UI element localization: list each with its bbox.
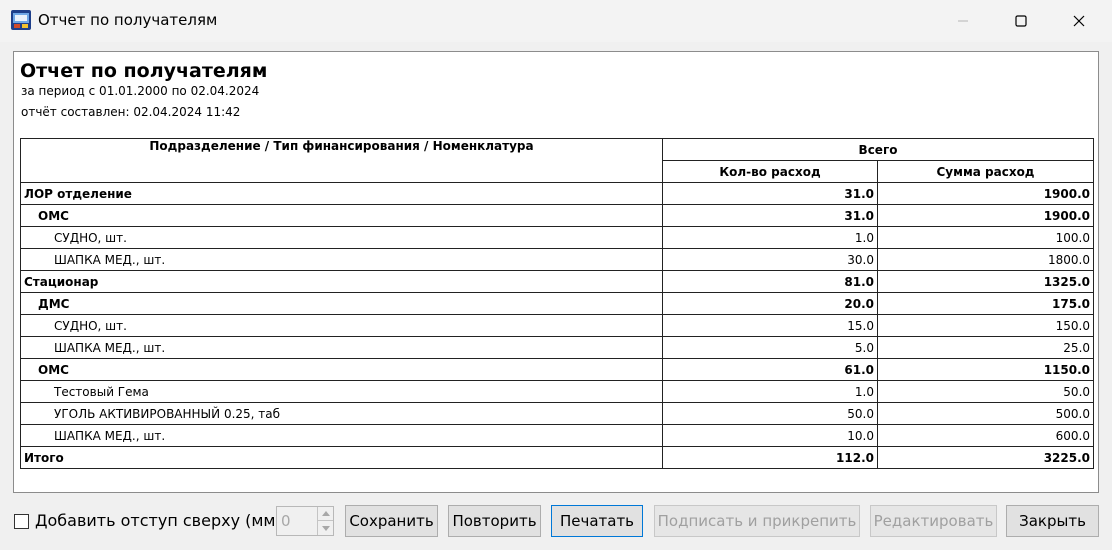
- row-sum: 175.0: [876, 292, 1095, 315]
- row-sum: 150.0: [876, 314, 1095, 337]
- table-row: УГОЛЬ АКТИВИРОВАННЫЙ 0.25, таб 50.0 500.…: [20, 402, 1095, 425]
- row-sum: 500.0: [876, 402, 1095, 425]
- print-button[interactable]: Печатать: [551, 505, 643, 537]
- minimize-button[interactable]: [934, 0, 992, 42]
- save-button[interactable]: Сохранить: [345, 505, 438, 537]
- spin-up-button[interactable]: [318, 507, 333, 521]
- edit-button[interactable]: Редактировать: [870, 505, 997, 537]
- header-sum: Сумма расход: [876, 160, 1095, 183]
- row-sum: 1900.0: [876, 204, 1095, 227]
- close-icon: [1073, 15, 1085, 27]
- row-name: ШАПКА МЕД., шт.: [20, 336, 663, 359]
- offset-checkbox[interactable]: [14, 514, 29, 529]
- row-sum: 25.0: [876, 336, 1095, 359]
- window-title: Отчет по получателям: [38, 11, 218, 29]
- maximize-button[interactable]: [992, 0, 1050, 42]
- row-sum: 1900.0: [876, 182, 1095, 205]
- row-qty: 5.0: [662, 336, 878, 359]
- row-sum: 100.0: [876, 226, 1095, 249]
- row-name: Стационар: [20, 270, 663, 293]
- row-name: ОМС: [20, 358, 663, 381]
- row-sum: 600.0: [876, 424, 1095, 447]
- offset-spinbox[interactable]: 0: [276, 506, 334, 536]
- total-sum: 3225.0: [876, 446, 1095, 469]
- row-name: ЛОР отделение: [20, 182, 663, 205]
- total-row: Итого 112.0 3225.0: [20, 446, 1095, 469]
- report-table: Подразделение / Тип финансирования / Ном…: [20, 138, 1095, 469]
- minimize-icon: [958, 20, 968, 22]
- row-name: СУДНО, шт.: [20, 226, 663, 249]
- row-qty: 1.0: [662, 380, 878, 403]
- app-icon: [11, 10, 31, 30]
- header-department: Подразделение / Тип финансирования / Ном…: [20, 138, 663, 183]
- table-row: ШАПКА МЕД., шт. 30.0 1800.0: [20, 248, 1095, 271]
- row-sum: 50.0: [876, 380, 1095, 403]
- total-name: Итого: [20, 446, 663, 469]
- row-name: УГОЛЬ АКТИВИРОВАННЫЙ 0.25, таб: [20, 402, 663, 425]
- row-sum: 1325.0: [876, 270, 1095, 293]
- row-qty: 50.0: [662, 402, 878, 425]
- spin-arrows: [317, 507, 333, 535]
- table-row: ШАПКА МЕД., шт. 5.0 25.0: [20, 336, 1095, 359]
- report-title: Отчет по получателям: [20, 60, 268, 82]
- chevron-down-icon: [321, 525, 330, 531]
- table-row: ОМС 61.0 1150.0: [20, 358, 1095, 381]
- row-sum: 1150.0: [876, 358, 1095, 381]
- table-row: СУДНО, шт. 1.0 100.0: [20, 226, 1095, 249]
- row-name: ДМС: [20, 292, 663, 315]
- row-qty: 61.0: [662, 358, 878, 381]
- row-qty: 10.0: [662, 424, 878, 447]
- row-qty: 30.0: [662, 248, 878, 271]
- table-row: ЛОР отделение 31.0 1900.0: [20, 182, 1095, 205]
- row-qty: 31.0: [662, 204, 878, 227]
- total-qty: 112.0: [662, 446, 878, 469]
- row-name: СУДНО, шт.: [20, 314, 663, 337]
- row-qty: 31.0: [662, 182, 878, 205]
- row-name: ШАПКА МЕД., шт.: [20, 424, 663, 447]
- spin-down-button[interactable]: [318, 521, 333, 535]
- close-button[interactable]: Закрыть: [1006, 505, 1099, 537]
- header-total-group: Всего: [661, 138, 1095, 161]
- table-row: ШАПКА МЕД., шт. 10.0 600.0: [20, 424, 1095, 447]
- row-name: Тестовый Гема: [20, 380, 663, 403]
- row-name: ОМС: [20, 204, 663, 227]
- row-name: ШАПКА МЕД., шт.: [20, 248, 663, 271]
- table-row: СУДНО, шт. 15.0 150.0: [20, 314, 1095, 337]
- row-qty: 81.0: [662, 270, 878, 293]
- chevron-up-icon: [321, 511, 330, 516]
- close-window-button[interactable]: [1050, 0, 1108, 42]
- repeat-button[interactable]: Повторить: [448, 505, 541, 537]
- table-row: ОМС 31.0 1900.0: [20, 204, 1095, 227]
- report-period: за период с 01.01.2000 по 02.04.2024: [21, 84, 260, 98]
- offset-value[interactable]: 0: [281, 512, 291, 530]
- sign-attach-button[interactable]: Подписать и прикрепить: [654, 505, 860, 537]
- row-qty: 1.0: [662, 226, 878, 249]
- report-view[interactable]: Отчет по получателям за период с 01.01.2…: [13, 51, 1099, 493]
- report-created-date: отчёт составлен: 02.04.2024 11:42: [21, 105, 241, 119]
- maximize-icon: [1015, 15, 1027, 27]
- row-sum: 1800.0: [876, 248, 1095, 271]
- table-row: Тестовый Гема 1.0 50.0: [20, 380, 1095, 403]
- row-qty: 15.0: [662, 314, 878, 337]
- header-qty: Кол-во расход: [662, 160, 878, 183]
- row-qty: 20.0: [662, 292, 878, 315]
- table-row: Стационар 81.0 1325.0: [20, 270, 1095, 293]
- title-bar[interactable]: Отчет по получателям: [0, 0, 1112, 42]
- table-row: ДМС 20.0 175.0: [20, 292, 1095, 315]
- offset-checkbox-label[interactable]: Добавить отступ сверху (мм): [35, 511, 282, 530]
